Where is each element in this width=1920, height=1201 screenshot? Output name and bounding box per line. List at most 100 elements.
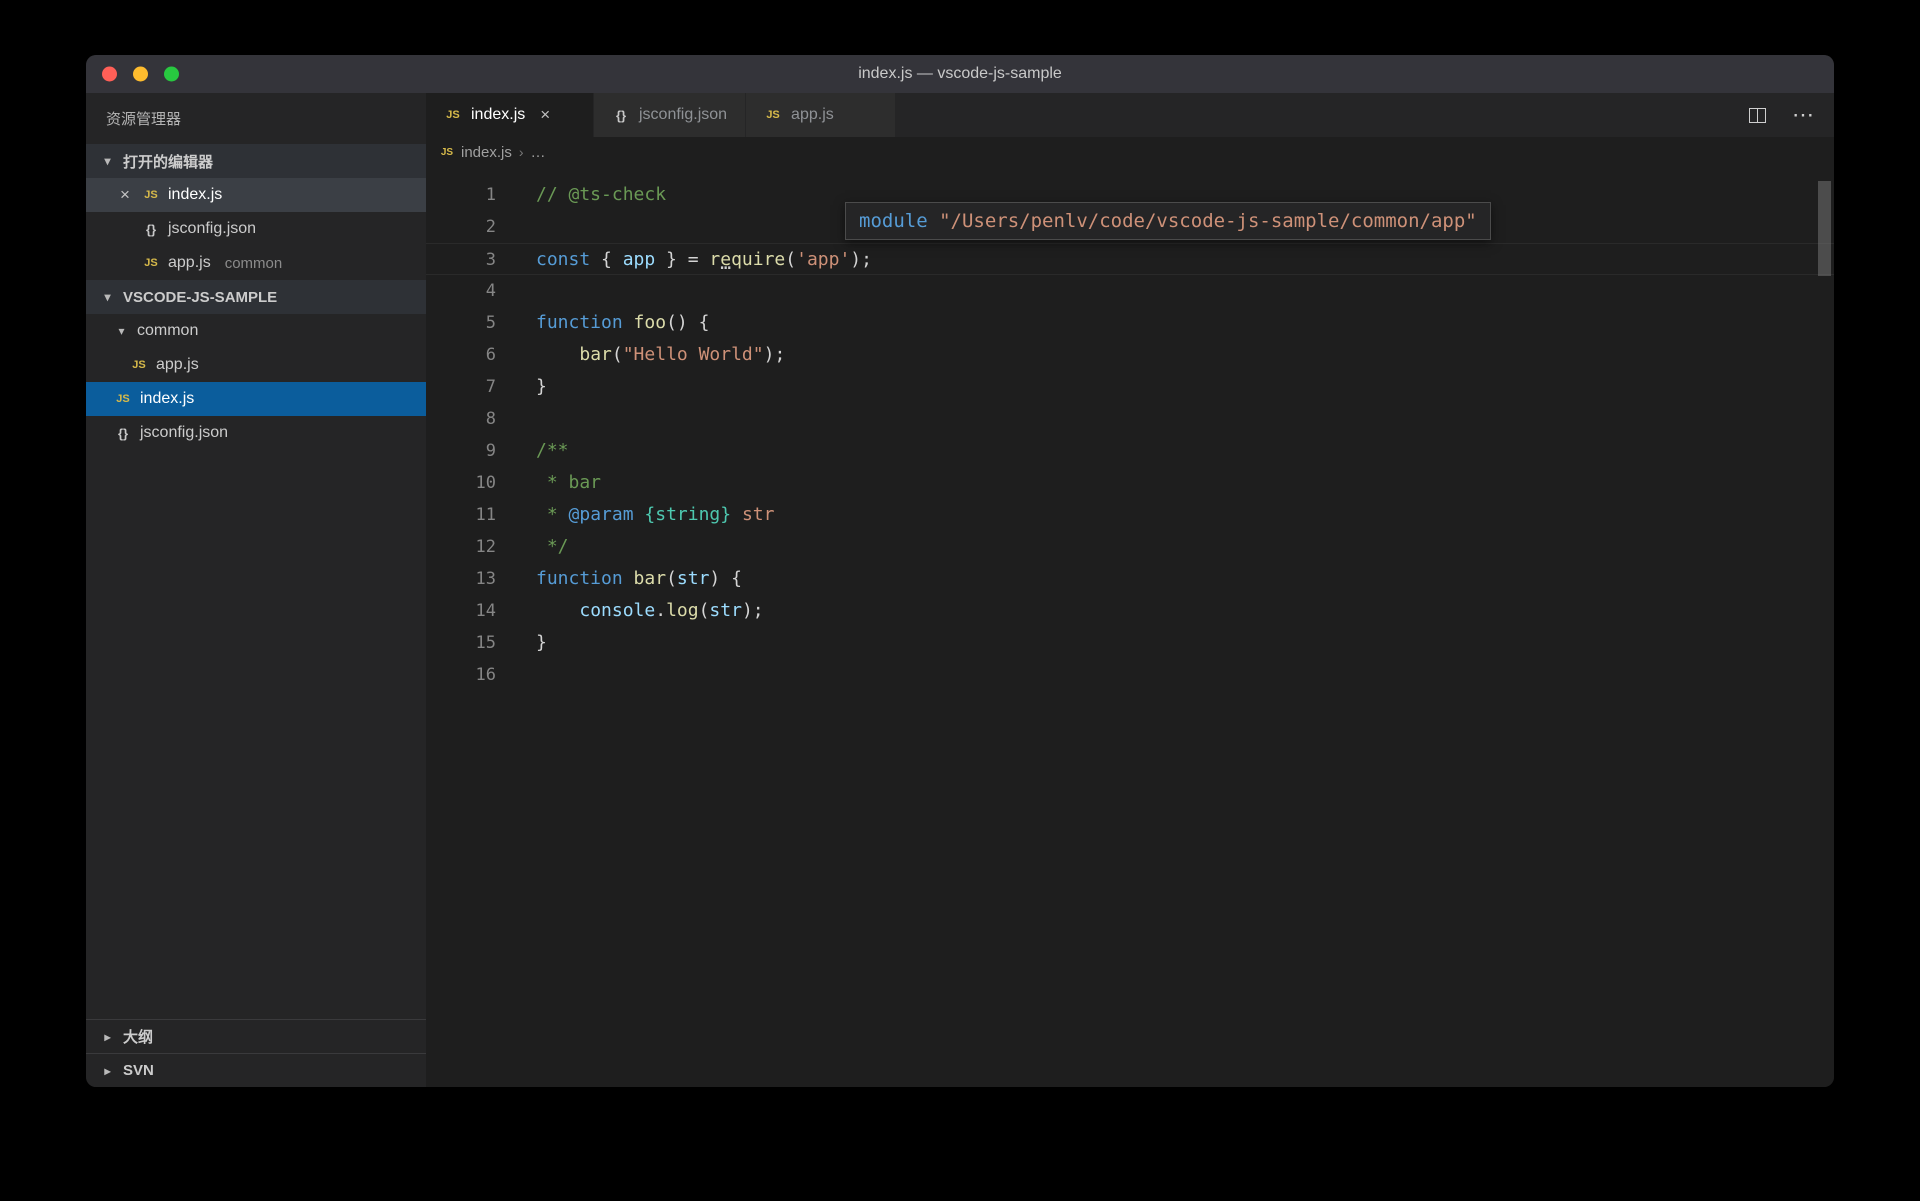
token: {: [590, 249, 623, 270]
token: function: [536, 568, 623, 589]
token: bar: [634, 568, 667, 589]
token: str: [742, 504, 775, 525]
code-editor[interactable]: 1// @ts-check23const { app } = require('…: [426, 167, 1834, 1087]
token: .: [655, 600, 666, 621]
code-lines: 1// @ts-check23const { app } = require('…: [426, 179, 1834, 691]
tree-folder-common[interactable]: ▾common: [86, 314, 426, 348]
line-number: 13: [426, 563, 496, 595]
token: function: [536, 312, 623, 333]
line-number: 10: [426, 467, 496, 499]
code-line[interactable]: 8: [426, 403, 1834, 435]
split-editor-icon[interactable]: [1749, 108, 1766, 123]
more-actions-icon[interactable]: ⋯: [1792, 104, 1814, 126]
token: }: [536, 376, 547, 397]
chevron-right-icon: ▸: [100, 1030, 115, 1044]
tab-index.js[interactable]: JSindex.js×: [426, 93, 594, 137]
open-editor-item[interactable]: ×{}jsconfig.json: [86, 212, 426, 246]
breadcrumb-file[interactable]: index.js: [461, 144, 512, 161]
open-editors-label: 打开的编辑器: [123, 151, 213, 172]
token: } =: [655, 249, 709, 270]
code-line[interactable]: 3const { app } = require('app');…: [426, 243, 1834, 275]
line-number: 9: [426, 435, 496, 467]
breadcrumb-more[interactable]: …: [531, 144, 546, 161]
section-svn[interactable]: ▸ SVN: [86, 1053, 426, 1087]
chevron-down-icon: ▾: [100, 154, 115, 168]
code-text: function foo() {: [536, 307, 709, 339]
js-file-icon: JS: [764, 109, 782, 121]
line-number: 8: [426, 403, 496, 435]
open-editor-item[interactable]: ×JSindex.js: [86, 178, 426, 212]
tab-jsconfig.json[interactable]: {}jsconfig.json: [594, 93, 746, 137]
code-line[interactable]: 11 * @param {string} str: [426, 499, 1834, 531]
code-text: }: [536, 627, 547, 659]
code-line[interactable]: 12 */: [426, 531, 1834, 563]
tree-file-index.js[interactable]: JSindex.js: [86, 382, 426, 416]
breadcrumb-separator-icon: ›: [519, 144, 524, 160]
token: (: [666, 568, 677, 589]
open-editors-header[interactable]: ▾ 打开的编辑器: [86, 144, 426, 178]
close-icon[interactable]: ×: [540, 105, 550, 125]
minimize-window-button[interactable]: [133, 67, 148, 82]
code-line[interactable]: 13function bar(str) {: [426, 563, 1834, 595]
code-line[interactable]: 4: [426, 275, 1834, 307]
scrollbar-thumb[interactable]: [1818, 181, 1831, 276]
token: );: [742, 600, 764, 621]
code-line[interactable]: 15}: [426, 627, 1834, 659]
window-title: index.js — vscode-js-sample: [858, 65, 1062, 83]
token: "/Users/penlv/code/vscode-js-sample/comm…: [939, 210, 1477, 232]
chevron-down-icon: ▾: [100, 290, 115, 304]
token: console: [579, 600, 655, 621]
token: // @ts-check: [536, 184, 666, 205]
code-text: }: [536, 371, 547, 403]
line-number: 2: [426, 211, 496, 243]
hover-tooltip: module "/Users/penlv/code/vscode-js-samp…: [845, 202, 1491, 240]
code-line[interactable]: 9/**: [426, 435, 1834, 467]
close-window-button[interactable]: [102, 67, 117, 82]
token: const: [536, 249, 590, 270]
project-label: VSCODE-JS-SAMPLE: [123, 289, 277, 306]
code-line[interactable]: 14 console.log(str);: [426, 595, 1834, 627]
explorer-title: 资源管理器: [86, 93, 426, 144]
line-number: 12: [426, 531, 496, 563]
token: *: [536, 504, 569, 525]
tabs: JSindex.js×{}jsconfig.jsonJSapp.js: [426, 93, 896, 137]
open-editors-list: ×JSindex.js×{}jsconfig.json×JSapp.jscomm…: [86, 178, 426, 280]
code-text: */: [536, 531, 569, 563]
section-outline[interactable]: ▸ 大纲: [86, 1019, 426, 1053]
file-label: jsconfig.json: [168, 220, 256, 238]
section-svn-label: SVN: [123, 1062, 154, 1079]
code-line[interactable]: 10 * bar: [426, 467, 1834, 499]
explorer-sidebar: 资源管理器 ▾ 打开的编辑器 ×JSindex.js×{}jsconfig.js…: [86, 93, 426, 1087]
code-line[interactable]: 16: [426, 659, 1834, 691]
token: */: [536, 536, 569, 557]
token: () {: [666, 312, 709, 333]
open-editor-item[interactable]: ×JSapp.jscommon: [86, 246, 426, 280]
line-number: 4: [426, 275, 496, 307]
token: );: [764, 344, 786, 365]
file-label: index.js: [168, 186, 222, 204]
code-line[interactable]: 6 bar("Hello World");: [426, 339, 1834, 371]
line-number: 16: [426, 659, 496, 691]
token: (: [612, 344, 623, 365]
breadcrumb[interactable]: JS index.js › …: [426, 137, 1834, 167]
token: }: [536, 632, 547, 653]
js-file-icon: JS: [114, 393, 132, 405]
js-file-icon: JS: [440, 147, 454, 158]
section-outline-label: 大纲: [123, 1026, 153, 1047]
vscode-window: index.js — vscode-js-sample 资源管理器 ▾ 打开的编…: [86, 55, 1834, 1087]
zoom-window-button[interactable]: [164, 67, 179, 82]
project-header[interactable]: ▾ VSCODE-JS-SAMPLE: [86, 280, 426, 314]
token: (: [785, 249, 796, 270]
file-label: common: [137, 322, 198, 340]
code-line[interactable]: 7}: [426, 371, 1834, 403]
json-file-icon: {}: [612, 108, 630, 123]
file-label: app.js: [168, 254, 211, 272]
tree-file-app.js[interactable]: JSapp.js: [86, 348, 426, 382]
code-line[interactable]: 5function foo() {: [426, 307, 1834, 339]
titlebar: index.js — vscode-js-sample: [86, 55, 1834, 93]
close-icon[interactable]: ×: [116, 185, 134, 205]
tab-app.js[interactable]: JSapp.js: [746, 93, 896, 137]
token: [536, 344, 579, 365]
tree-file-jsconfig.json[interactable]: {}jsconfig.json: [86, 416, 426, 450]
token: 'app': [796, 249, 850, 270]
